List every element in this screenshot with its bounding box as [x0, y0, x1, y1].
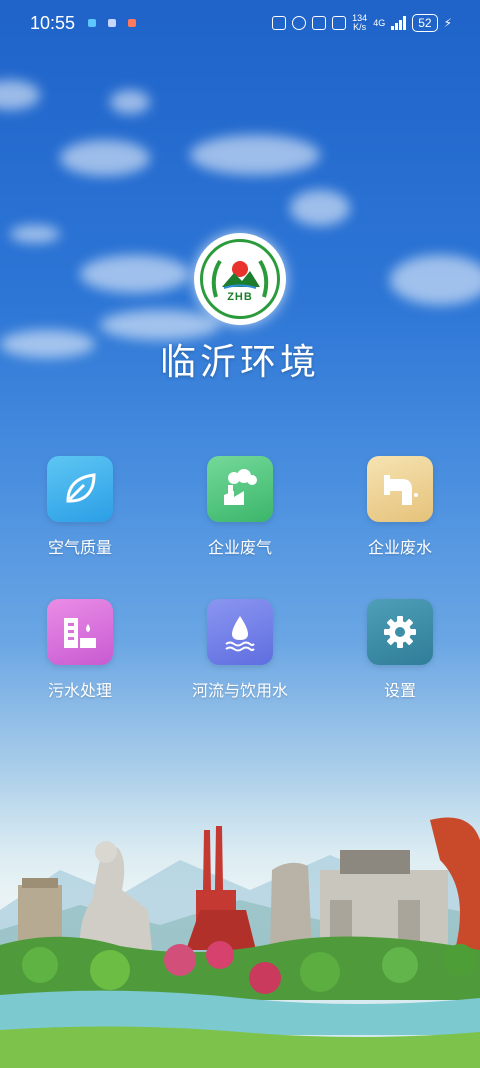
mute-icon: [332, 16, 347, 30]
alarm-icon: [292, 16, 307, 30]
notification-icon: [88, 19, 96, 27]
water-pipe-icon: [384, 475, 418, 505]
menu-label: 空气质量: [47, 538, 112, 557]
net-speed: 134 K/s: [352, 14, 367, 32]
charging-icon: ⚡: [443, 16, 452, 30]
notification-icon: [108, 19, 116, 27]
menu-enterprise-wastewater[interactable]: 企业废水: [325, 456, 475, 558]
nfc-icon: [272, 16, 287, 30]
treatment-building-icon: [64, 618, 96, 648]
factory-smoke-icon: [224, 469, 257, 505]
menu-air-quality[interactable]: 空气质量: [5, 456, 155, 558]
network-type: 4G: [373, 17, 386, 28]
city-landmarks-banner: [0, 817, 480, 1068]
menu-label: 企业废水: [367, 538, 432, 557]
app-title: 临沂环境: [159, 342, 320, 383]
net-speed-unit: K/s: [353, 22, 367, 32]
menu-enterprise-exhaust[interactable]: 企业废气: [165, 456, 315, 558]
logo-text: ZHB: [227, 291, 253, 303]
menu-label: 污水处理: [47, 681, 112, 700]
water-drop-icon: [225, 616, 255, 652]
menu-river-drinking-water[interactable]: 河流与饮用水: [165, 599, 315, 701]
menu-label: 河流与饮用水: [191, 681, 288, 700]
menu-label: 企业废气: [207, 538, 272, 557]
leaf-icon: [66, 473, 96, 503]
signal-icon: [391, 16, 407, 30]
menu-sewage-treatment[interactable]: 污水处理: [5, 599, 155, 701]
battery-indicator: 52: [412, 14, 438, 32]
menu-label: 设置: [383, 681, 416, 700]
notification-icon: [128, 19, 136, 27]
status-time: 10:55: [30, 13, 76, 33]
menu-settings[interactable]: 设置: [325, 599, 475, 701]
logo-emblem-icon: [211, 259, 269, 298]
gear-icon: [384, 616, 416, 648]
bluetooth-icon: [312, 16, 327, 30]
status-bar: 10:55 134 K/s 4G 52 ⚡: [0, 0, 480, 50]
app-logo: ZHB: [194, 233, 286, 325]
